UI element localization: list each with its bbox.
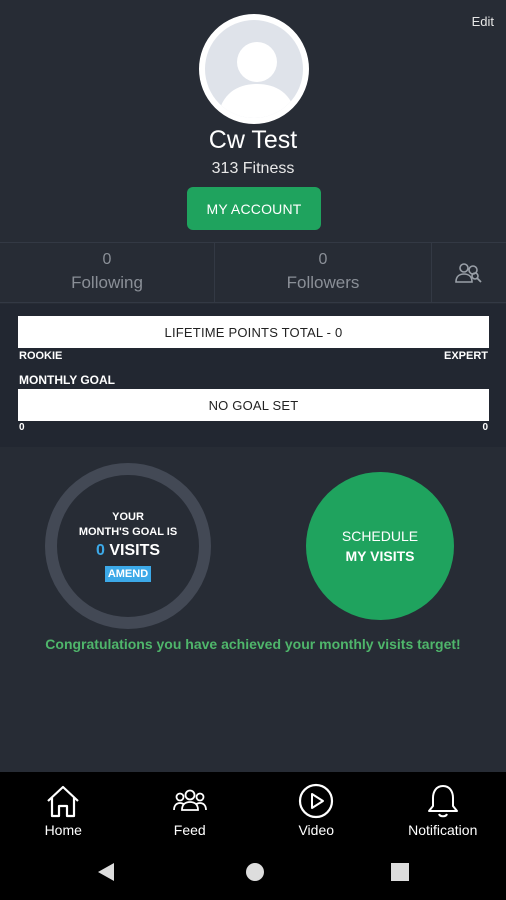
goal-max-value: 0 <box>482 422 488 433</box>
home-icon <box>47 785 80 817</box>
recents-icon[interactable] <box>390 861 410 883</box>
following-label: Following <box>71 272 143 292</box>
back-icon[interactable] <box>96 861 116 883</box>
play-icon <box>299 783 334 818</box>
nav-feed-label: Feed <box>173 821 206 838</box>
default-user-icon <box>205 20 303 118</box>
expert-label: EXPERT <box>443 350 488 362</box>
nav-notification[interactable]: Notification <box>380 772 506 847</box>
bottom-nav: Home Feed Video Notification <box>0 772 506 847</box>
stats-row: 0 Following 0 Followers <box>0 242 506 303</box>
home-circle-icon[interactable] <box>244 861 266 883</box>
following-stat[interactable]: 0 Following <box>0 243 215 302</box>
rookie-label: ROOKIE <box>19 350 63 362</box>
nav-feed[interactable]: Feed <box>127 772 254 847</box>
nav-home[interactable]: Home <box>0 772 127 847</box>
congrats-message: Congratulations you have achieved your m… <box>45 636 461 652</box>
schedule-line1: SCHEDULE <box>341 528 419 544</box>
monthly-goal-bar: NO GOAL SET <box>18 389 489 421</box>
points-panel: LIFETIME POINTS TOTAL - 0 ROOKIE EXPERT … <box>0 304 506 447</box>
nav-notification-label: Notification <box>408 821 478 838</box>
goal-ring-line1: YOUR <box>112 511 144 523</box>
my-account-button[interactable]: MY ACCOUNT <box>187 187 321 230</box>
user-name: Cw Test <box>208 126 298 154</box>
goal-visits-unit: VISITS <box>104 542 161 559</box>
goal-visits: 0 VISITS <box>96 542 160 560</box>
edit-link[interactable]: Edit <box>472 14 494 29</box>
system-nav-bar <box>0 847 506 900</box>
goal-ring-line2: MONTH'S GOAL IS <box>78 526 178 538</box>
followers-stat[interactable]: 0 Followers <box>215 243 432 302</box>
bell-icon <box>427 784 458 817</box>
monthly-goal-ring: YOUR MONTH'S GOAL IS 0 VISITS AMEND <box>45 463 211 629</box>
goal-visits-value: 0 <box>95 542 105 559</box>
nav-video[interactable]: Video <box>253 772 380 847</box>
lifetime-points-bar: LIFETIME POINTS TOTAL - 0 <box>18 316 489 348</box>
following-count: 0 <box>102 250 112 268</box>
followers-count: 0 <box>318 250 328 268</box>
monthly-goal-label: MONTHLY GOAL <box>19 373 116 387</box>
group-icon <box>172 789 207 811</box>
find-people-button[interactable] <box>432 243 506 302</box>
avatar[interactable] <box>199 14 309 124</box>
followers-label: Followers <box>286 272 360 292</box>
nav-home-label: Home <box>44 821 82 838</box>
nav-video-label: Video <box>298 821 335 838</box>
people-search-icon <box>455 262 482 283</box>
schedule-line2: MY VISITS <box>345 548 415 564</box>
goal-min-value: 0 <box>19 422 25 433</box>
amend-button[interactable]: AMEND <box>104 566 152 582</box>
gym-name: 313 Fitness <box>211 160 295 177</box>
schedule-visits-button[interactable]: SCHEDULE MY VISITS <box>306 472 454 620</box>
